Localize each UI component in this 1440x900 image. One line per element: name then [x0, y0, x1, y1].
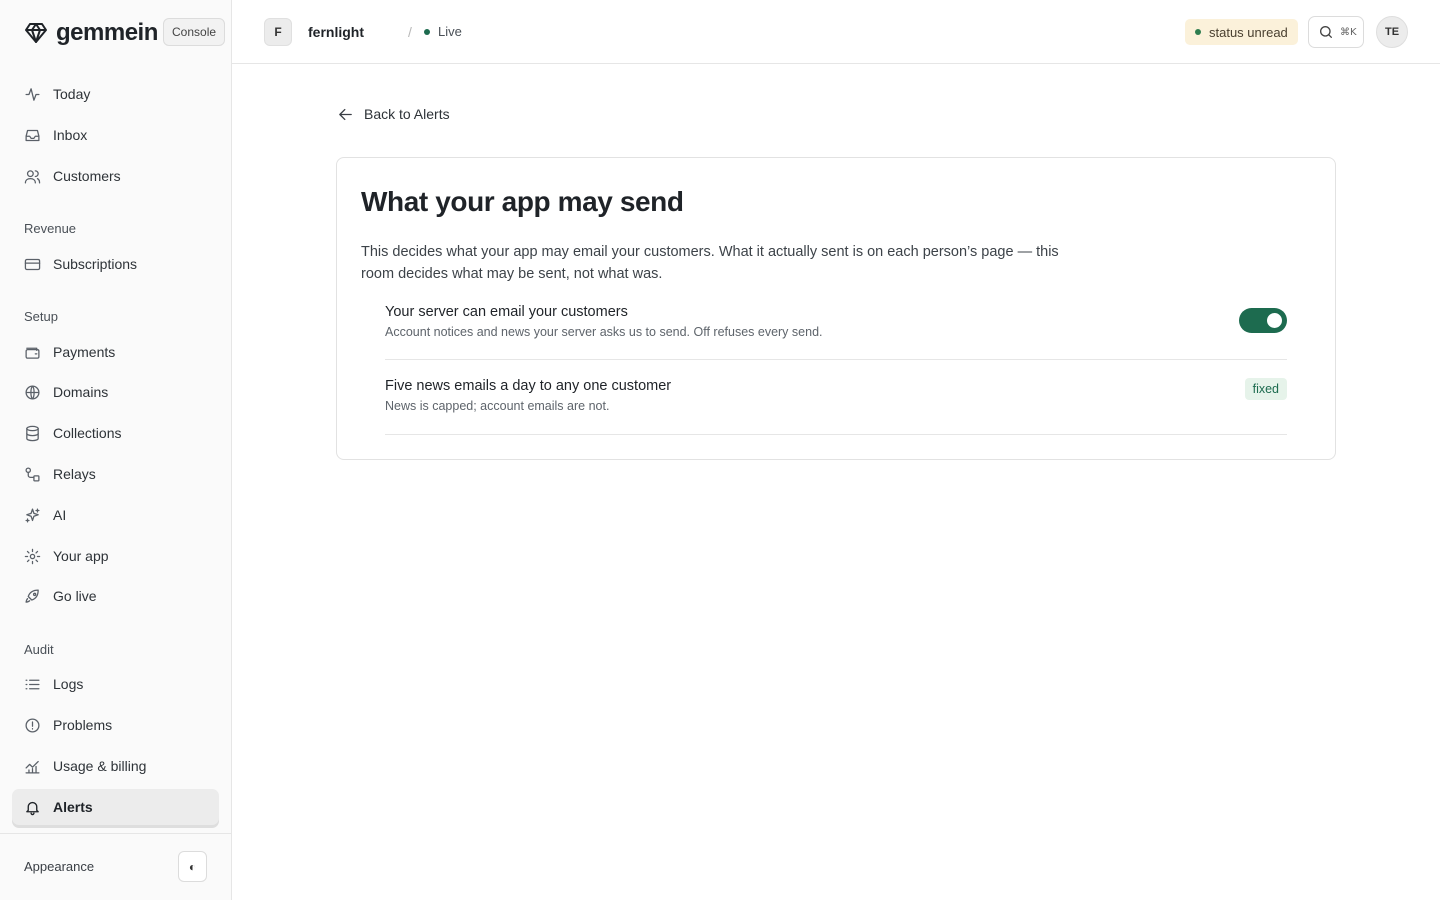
sidebar-item-label: Problems	[53, 717, 113, 733]
sidebar-item-payments[interactable]: Payments	[12, 334, 219, 370]
sidebar-item-label: Domains	[53, 384, 109, 400]
chart-icon	[25, 760, 40, 774]
search-icon	[1320, 26, 1332, 38]
arrow-left-icon	[339, 108, 352, 120]
fixed-badge: fixed	[1244, 378, 1287, 400]
sidebar-item-label: Your app	[53, 548, 109, 564]
sidebar-item-customers[interactable]: Customers	[12, 158, 219, 194]
users-icon	[24, 169, 41, 184]
sidebar-item-label: Subscriptions	[53, 256, 138, 272]
contrast-icon: ◐	[188, 859, 197, 874]
project-avatar[interactable]: F	[264, 18, 292, 46]
appearance-label: Appearance	[24, 859, 95, 874]
avatar[interactable]: TE	[1376, 16, 1408, 48]
sidebar-item-domains[interactable]: Domains	[12, 374, 219, 410]
globe-icon	[25, 384, 40, 400]
activity-icon	[25, 87, 40, 101]
search-shortcut: ⌘K	[1340, 26, 1357, 38]
project-name[interactable]: fernlight	[308, 24, 364, 40]
sidebar-item-problems[interactable]: Problems	[12, 707, 219, 743]
console-badge[interactable]: Console	[163, 18, 226, 46]
setting-row-news-cap: Five news emails a day to any one custom…	[385, 378, 1287, 435]
page-title: What your app may send	[361, 186, 684, 217]
status-label: status unread	[1209, 24, 1288, 40]
sidebar-item-your-app[interactable]: Your app	[12, 538, 219, 574]
breadcrumb-separator: /	[408, 24, 412, 40]
sidebar-item-label: Today	[53, 86, 91, 102]
bell-icon	[26, 801, 39, 815]
live-dot-icon	[424, 28, 430, 35]
environment-indicator[interactable]: Live	[424, 24, 462, 39]
section-label-setup: Setup	[24, 309, 58, 324]
sidebar: gemmein Console Today Inbox Customers Re…	[0, 0, 232, 900]
brand[interactable]: gemmein	[24, 18, 158, 48]
sidebar-item-inbox[interactable]: Inbox	[12, 117, 219, 153]
sidebar-item-go-live[interactable]: Go live	[12, 578, 219, 614]
setting-row-server-email: Your server can email your customers Acc…	[385, 304, 1287, 360]
credit-card-icon	[24, 258, 41, 270]
status-badge[interactable]: status unread	[1185, 19, 1298, 45]
list-icon	[25, 679, 40, 689]
gem-logo-icon	[25, 23, 47, 43]
status-dot-icon	[1195, 29, 1201, 35]
sidebar-item-label: Usage & billing	[53, 758, 147, 774]
setting-title: Five news emails a day to any one custom…	[385, 378, 672, 394]
topbar: F fernlight / Live status unread ⌘K TE	[232, 0, 1440, 64]
alert-circle-icon	[25, 717, 40, 733]
search-button[interactable]: ⌘K	[1308, 16, 1364, 48]
wallet-icon	[25, 347, 40, 359]
sidebar-item-collections[interactable]: Collections	[12, 415, 219, 451]
gear-icon	[24, 548, 41, 564]
toggle-knob	[1267, 313, 1282, 328]
database-icon	[26, 425, 39, 441]
setting-subtitle: Account notices and news your server ask…	[385, 325, 823, 339]
sidebar-item-alerts[interactable]: Alerts	[12, 789, 219, 825]
sidebar-item-subscriptions[interactable]: Subscriptions	[12, 246, 219, 282]
sidebar-item-label: AI	[53, 507, 67, 523]
sidebar-item-usage-billing[interactable]: Usage & billing	[12, 748, 219, 784]
server-email-toggle[interactable]	[1239, 308, 1287, 333]
sidebar-item-label: Relays	[53, 466, 96, 482]
rocket-icon	[25, 588, 39, 603]
sidebar-item-label: Alerts	[53, 799, 93, 815]
inbox-icon	[25, 129, 40, 141]
sidebar-item-label: Go live	[53, 588, 97, 604]
sidebar-item-label: Collections	[53, 425, 122, 441]
appearance-bar: Appearance ◐	[0, 833, 231, 900]
environment-label: Live	[438, 24, 462, 39]
sidebar-item-label: Customers	[53, 168, 121, 184]
section-label-revenue: Revenue	[24, 221, 77, 236]
back-to-alerts-link[interactable]: Back to Alerts	[337, 104, 450, 124]
sidebar-item-ai[interactable]: AI	[12, 497, 219, 533]
page-description: This decides what your app may email you…	[361, 244, 1059, 282]
section-label-audit: Audit	[24, 642, 54, 657]
back-link-label: Back to Alerts	[364, 106, 450, 122]
setting-title: Your server can email your customers	[385, 304, 628, 320]
sidebar-item-logs[interactable]: Logs	[12, 666, 219, 702]
sidebar-item-label: Inbox	[53, 127, 88, 143]
sidebar-item-label: Logs	[53, 676, 84, 692]
sidebar-item-today[interactable]: Today	[12, 76, 219, 112]
brand-name: gemmein	[56, 19, 158, 46]
theme-toggle-button[interactable]: ◐	[178, 851, 207, 882]
relay-icon	[25, 466, 40, 482]
sidebar-item-label: Payments	[53, 344, 116, 360]
setting-subtitle: News is capped; account emails are not.	[385, 399, 610, 413]
sparkles-icon	[25, 507, 40, 523]
sidebar-item-relays[interactable]: Relays	[12, 456, 219, 492]
send-permissions-card: What your app may send This decides what…	[336, 157, 1336, 460]
